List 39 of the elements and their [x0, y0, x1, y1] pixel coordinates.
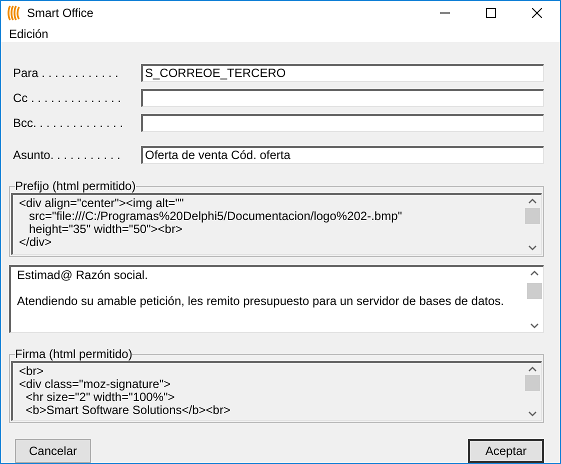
text-line: Estimad@ Razón social. — [17, 269, 149, 282]
input-field[interactable]: Oferta de venta Cód. oferta — [141, 146, 544, 164]
input-field[interactable] — [141, 114, 544, 132]
text-line: <hr size="2" width="100%"> — [24, 391, 176, 404]
scroll-down-icon[interactable] — [530, 323, 539, 329]
menu-item[interactable]: Edición — [9, 26, 48, 40]
body-editor[interactable]: Estimad@ Razón social. Atendiendo su amable petición, les remito presupuesto para un servidor de bases de datos. — [9, 265, 544, 333]
scroll-down-icon[interactable] — [528, 245, 537, 251]
input-field[interactable] — [141, 89, 544, 107]
scroll-up-icon[interactable] — [528, 366, 537, 372]
text-line: height="35" width="50"><br> — [28, 223, 182, 236]
scroll-up-icon[interactable] — [528, 198, 537, 204]
scrollbar-thumb[interactable] — [527, 282, 542, 298]
group-title: Firma (html permitido) — [15, 347, 132, 361]
field-label: Para . . . . . . . . . . . . — [12, 66, 120, 82]
text-line: </div> — [19, 236, 52, 249]
app-logo-icon — [7, 5, 21, 21]
prefix-editor[interactable]: <div align="center"><img alt="" src="file:///C:/Programas%20Delphi5/Documentacion/logo%202-.bmp" height="35" width="50"><br> </div> — [11, 193, 542, 255]
scrollbar-thumb[interactable] — [525, 374, 540, 390]
field-label: Bcc. . . . . . . . . . . . . . — [12, 116, 124, 132]
signature-editor[interactable]: <br> <div class="moz-signature"> <hr size="2" width="100%"> <b>Smart Software Solutions</b><br> — [11, 361, 542, 421]
scroll-up-icon[interactable] — [530, 270, 539, 276]
text-line: <div class="moz-signature"> — [19, 378, 172, 391]
window-title: Smart Office — [27, 6, 94, 20]
cancel-button[interactable]: Cancelar — [15, 439, 91, 463]
text-line: <br> — [19, 365, 45, 378]
field-label: Asunto. . . . . . . . . . . — [12, 148, 122, 164]
scroll-down-icon[interactable] — [528, 411, 537, 417]
text-line: Atendiendo su amable petición, les remito presupuesto para un servidor de bases de datos. — [17, 295, 505, 308]
scrollbar-thumb[interactable] — [525, 208, 540, 224]
accept-button[interactable]: Aceptar — [468, 439, 544, 463]
text-line: <div align="center"><img alt="" — [19, 197, 185, 210]
group-title: Prefijo (html permitido) — [15, 179, 136, 193]
text-line: <b>Smart Software Solutions</b><br> — [24, 404, 232, 417]
input-field[interactable]: S_CORREOE_TERCERO — [141, 64, 544, 82]
close-icon[interactable] — [532, 8, 542, 18]
text-line: src="file:///C:/Programas%20Delphi5/Documentacion/logo%202-.bmp" — [28, 210, 404, 223]
field-label: Cc . . . . . . . . . . . . . . — [12, 91, 122, 107]
maximize-icon[interactable] — [486, 8, 496, 18]
